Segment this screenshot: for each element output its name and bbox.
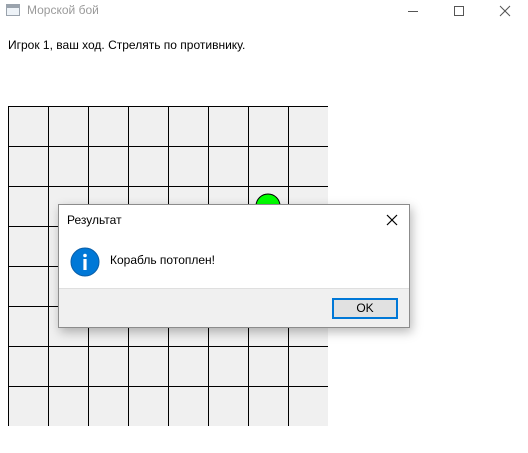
board-cell[interactable] — [248, 386, 289, 427]
board-cell[interactable] — [168, 146, 209, 187]
board-cell[interactable] — [168, 106, 209, 147]
board-cell[interactable] — [128, 146, 169, 187]
board-cell[interactable] — [8, 346, 49, 387]
minimize-button[interactable] — [390, 0, 436, 22]
board-cell[interactable] — [248, 346, 289, 387]
board-cell[interactable] — [48, 106, 89, 147]
board-cell[interactable] — [248, 146, 289, 187]
board-cell[interactable] — [48, 386, 89, 427]
board-cell[interactable] — [208, 106, 249, 147]
turn-status-text: Игрок 1, ваш ход. Стрелять по противнику… — [8, 38, 246, 52]
board-cell[interactable] — [208, 386, 249, 427]
maximize-icon — [454, 6, 464, 16]
board-cell[interactable] — [48, 346, 89, 387]
title-bar[interactable]: Морской бой — [0, 0, 528, 22]
game-window: Морской бой Игрок 1, ваш ход. Стрелять п… — [0, 0, 528, 453]
ok-button[interactable]: OK — [332, 298, 398, 319]
board-cell[interactable] — [88, 146, 129, 187]
board-cell[interactable] — [8, 186, 49, 227]
close-icon — [386, 214, 398, 226]
board-cell[interactable] — [168, 386, 209, 427]
board-cell[interactable] — [128, 386, 169, 427]
minimize-icon — [408, 11, 418, 12]
result-dialog: Результат Корабль потоплен! OK — [58, 204, 410, 328]
dialog-title: Результат — [67, 213, 122, 227]
info-icon — [70, 247, 100, 277]
board-cell[interactable] — [8, 226, 49, 267]
board-cell[interactable] — [168, 346, 209, 387]
close-button[interactable] — [482, 0, 528, 22]
board-cell[interactable] — [88, 386, 129, 427]
app-icon — [6, 4, 20, 16]
board-cell[interactable] — [8, 306, 49, 347]
board-cell[interactable] — [8, 266, 49, 307]
board-cell[interactable] — [8, 386, 49, 427]
board-cell[interactable] — [128, 346, 169, 387]
board-cell[interactable] — [48, 146, 89, 187]
board-cell[interactable] — [128, 106, 169, 147]
board-cell[interactable] — [8, 106, 49, 147]
close-icon — [499, 5, 511, 17]
board-cell[interactable] — [88, 106, 129, 147]
board-cell[interactable] — [288, 106, 329, 147]
window-title: Морской бой — [27, 3, 99, 17]
board-cell[interactable] — [8, 146, 49, 187]
dialog-footer: OK — [59, 288, 409, 327]
dialog-close-button[interactable] — [381, 211, 403, 229]
board-cell[interactable] — [208, 346, 249, 387]
board-cell[interactable] — [248, 106, 289, 147]
board-cell[interactable] — [288, 346, 329, 387]
dialog-message: Корабль потоплен! — [110, 253, 216, 267]
board-cell[interactable] — [208, 146, 249, 187]
board-cell[interactable] — [88, 346, 129, 387]
board-cell[interactable] — [288, 386, 329, 427]
maximize-button[interactable] — [436, 0, 482, 22]
board-cell[interactable] — [288, 146, 329, 187]
